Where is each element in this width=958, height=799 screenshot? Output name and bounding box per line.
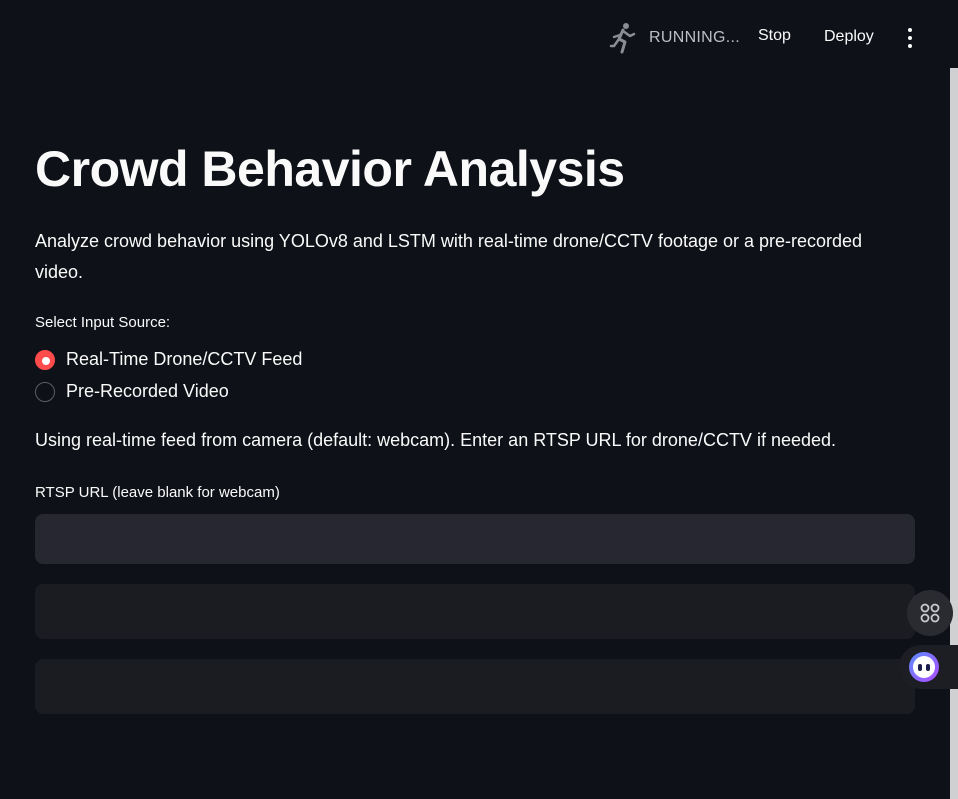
running-person-icon [609,23,636,54]
input-source-label: Select Input Source: [35,314,171,331]
assistant-bot-button[interactable] [899,645,958,689]
running-status-text: RUNNING... [649,29,740,46]
radio-option-realtime-feed[interactable]: Real-Time Drone/CCTV Feed [35,349,302,370]
feed-info-text: Using real-time feed from camera (defaul… [35,430,837,450]
running-status: RUNNING... [609,22,740,54]
assistant-bot-icon [909,652,939,682]
top-toolbar: RUNNING... Stop Deploy [0,0,958,76]
command-grid-button[interactable] [907,590,953,636]
main-menu-button[interactable] [904,28,916,48]
page-description: Analyze crowd behavior using YOLOv8 and … [35,231,863,282]
radio-button-unchecked[interactable] [35,381,55,402]
radio-option-label: Real-Time Drone/CCTV Feed [66,349,303,369]
vertical-ellipsis-icon [908,28,912,32]
loading-skeleton-block [35,584,915,639]
rtsp-url-label: RTSP URL (leave blank for webcam) [35,484,280,501]
deploy-button[interactable]: Deploy [824,28,874,46]
app-page: RUNNING... Stop Deploy Crowd Behavior An… [0,0,958,799]
rtsp-url-input[interactable] [35,514,915,564]
radio-button-checked[interactable] [35,349,55,370]
loading-skeleton-block [35,659,915,714]
radio-option-prerecorded-video[interactable]: Pre-Recorded Video [35,381,229,402]
radio-option-label: Pre-Recorded Video [66,381,229,401]
page-title: Crowd Behavior Analysis [35,141,625,197]
stop-button[interactable]: Stop [758,27,791,45]
vertical-scrollbar[interactable] [950,68,958,799]
command-grid-icon [920,603,940,623]
